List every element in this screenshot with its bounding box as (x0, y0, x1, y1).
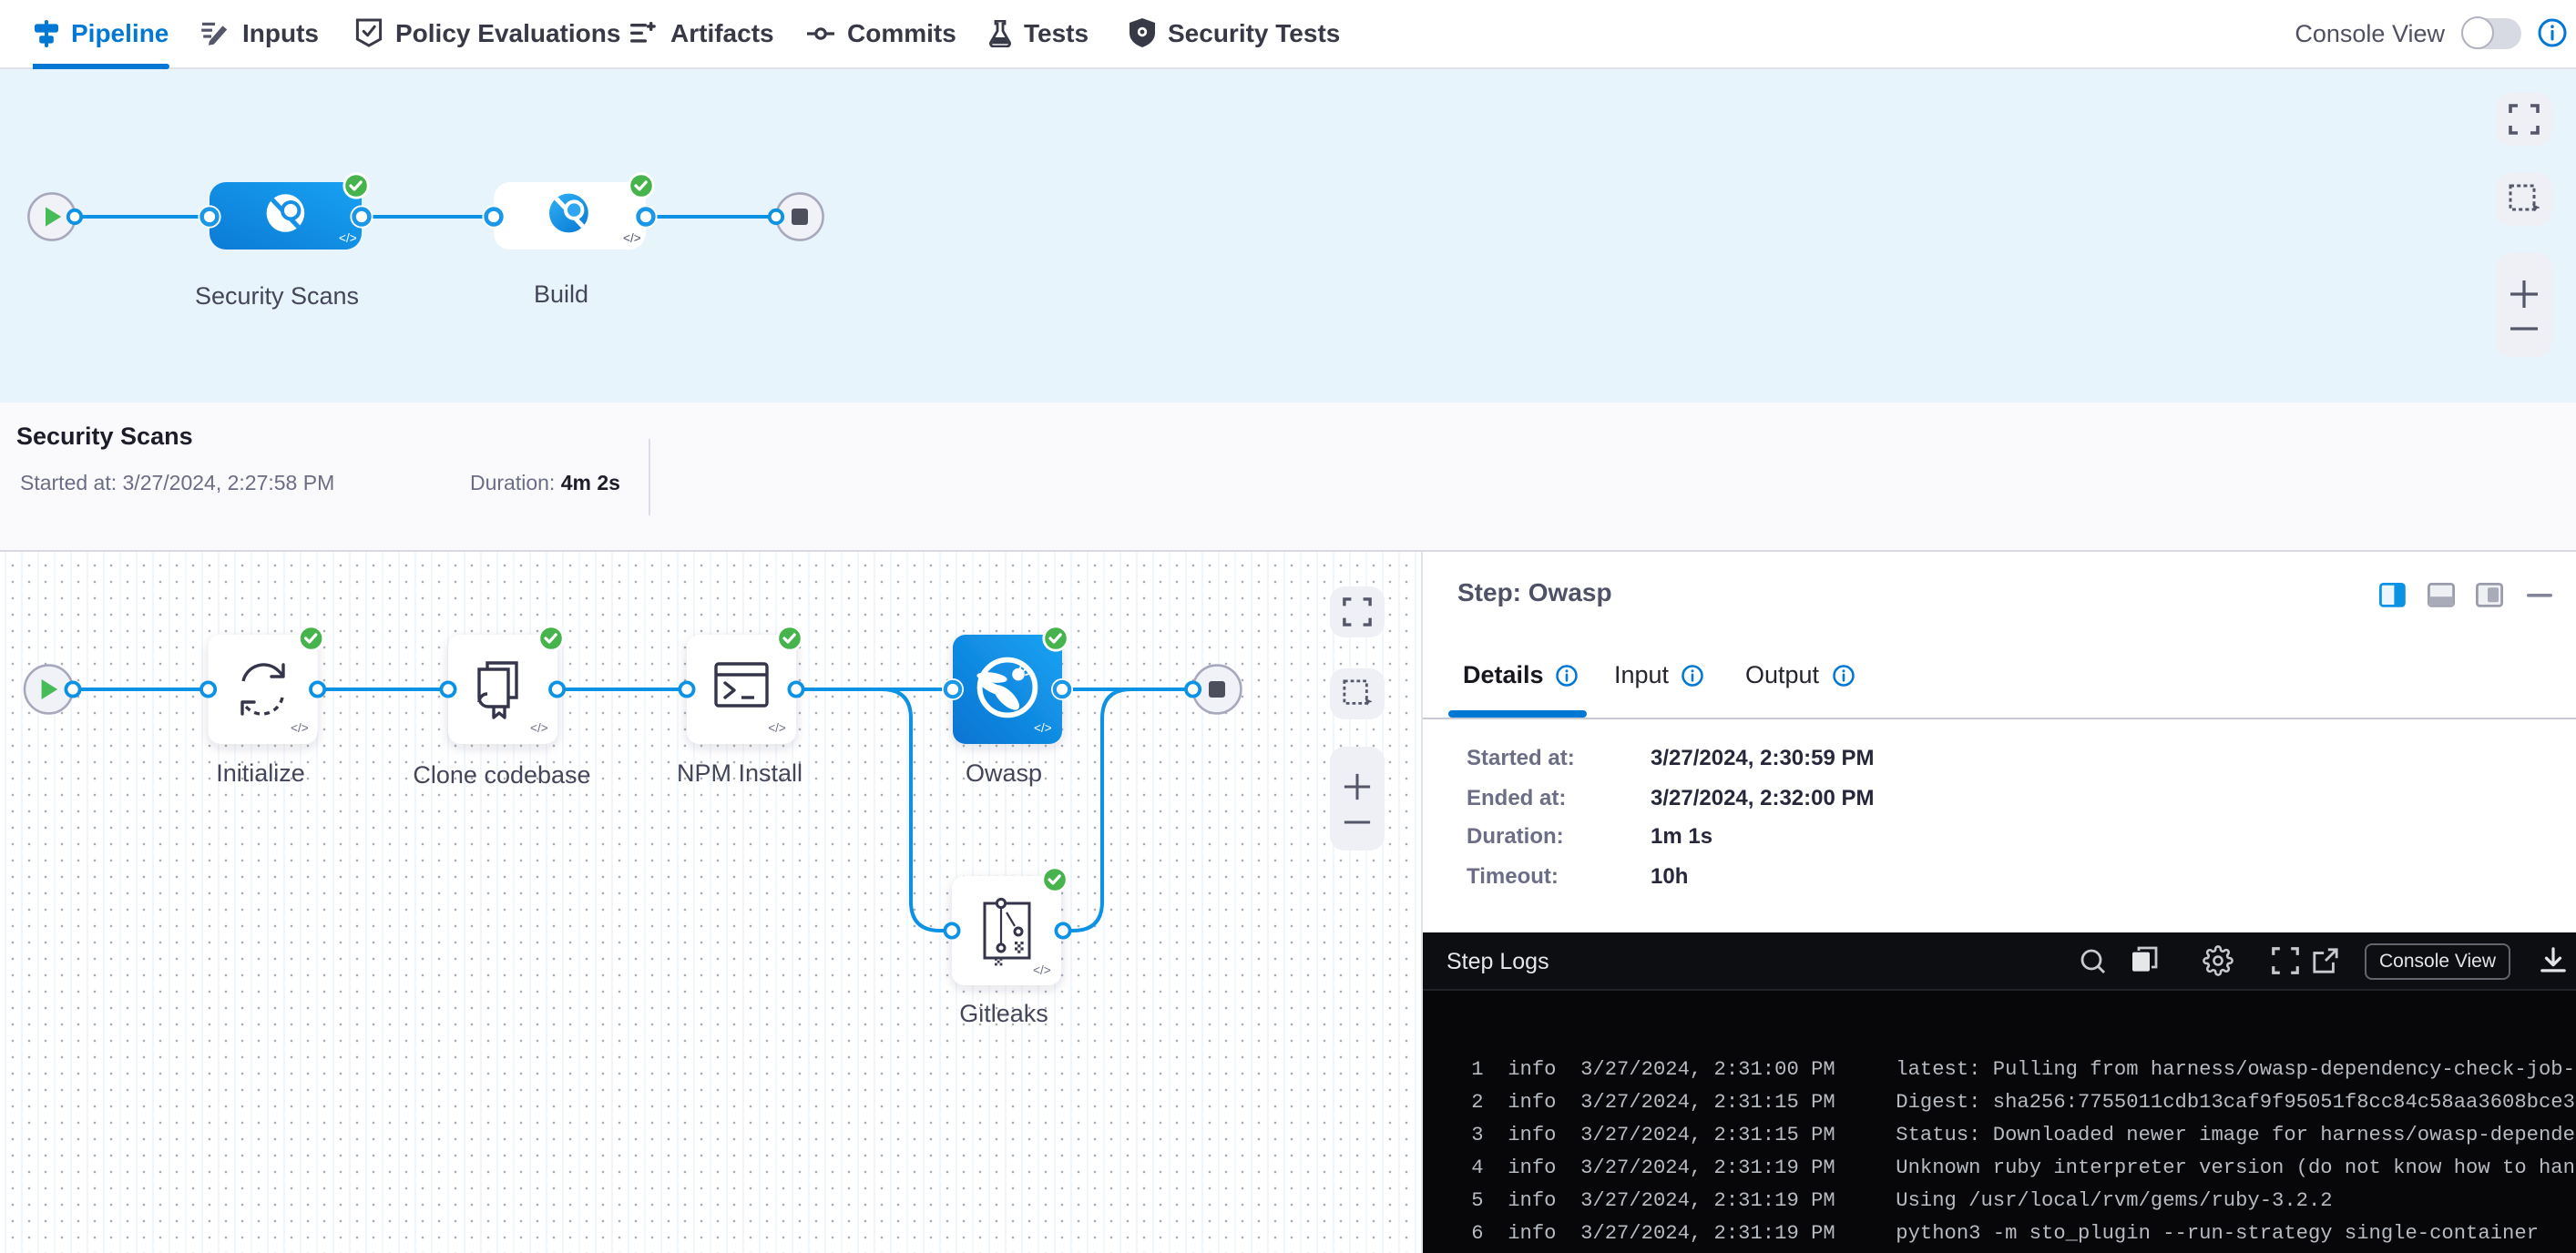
svg-text:</>: </> (530, 721, 548, 735)
svg-text:</>: </> (1033, 963, 1051, 977)
svg-text:</>: </> (768, 721, 786, 735)
svg-text:</>: </> (339, 231, 357, 245)
svg-text:</>: </> (1034, 721, 1052, 735)
svg-text:</>: </> (291, 721, 309, 735)
svg-text:</>: </> (623, 231, 641, 245)
